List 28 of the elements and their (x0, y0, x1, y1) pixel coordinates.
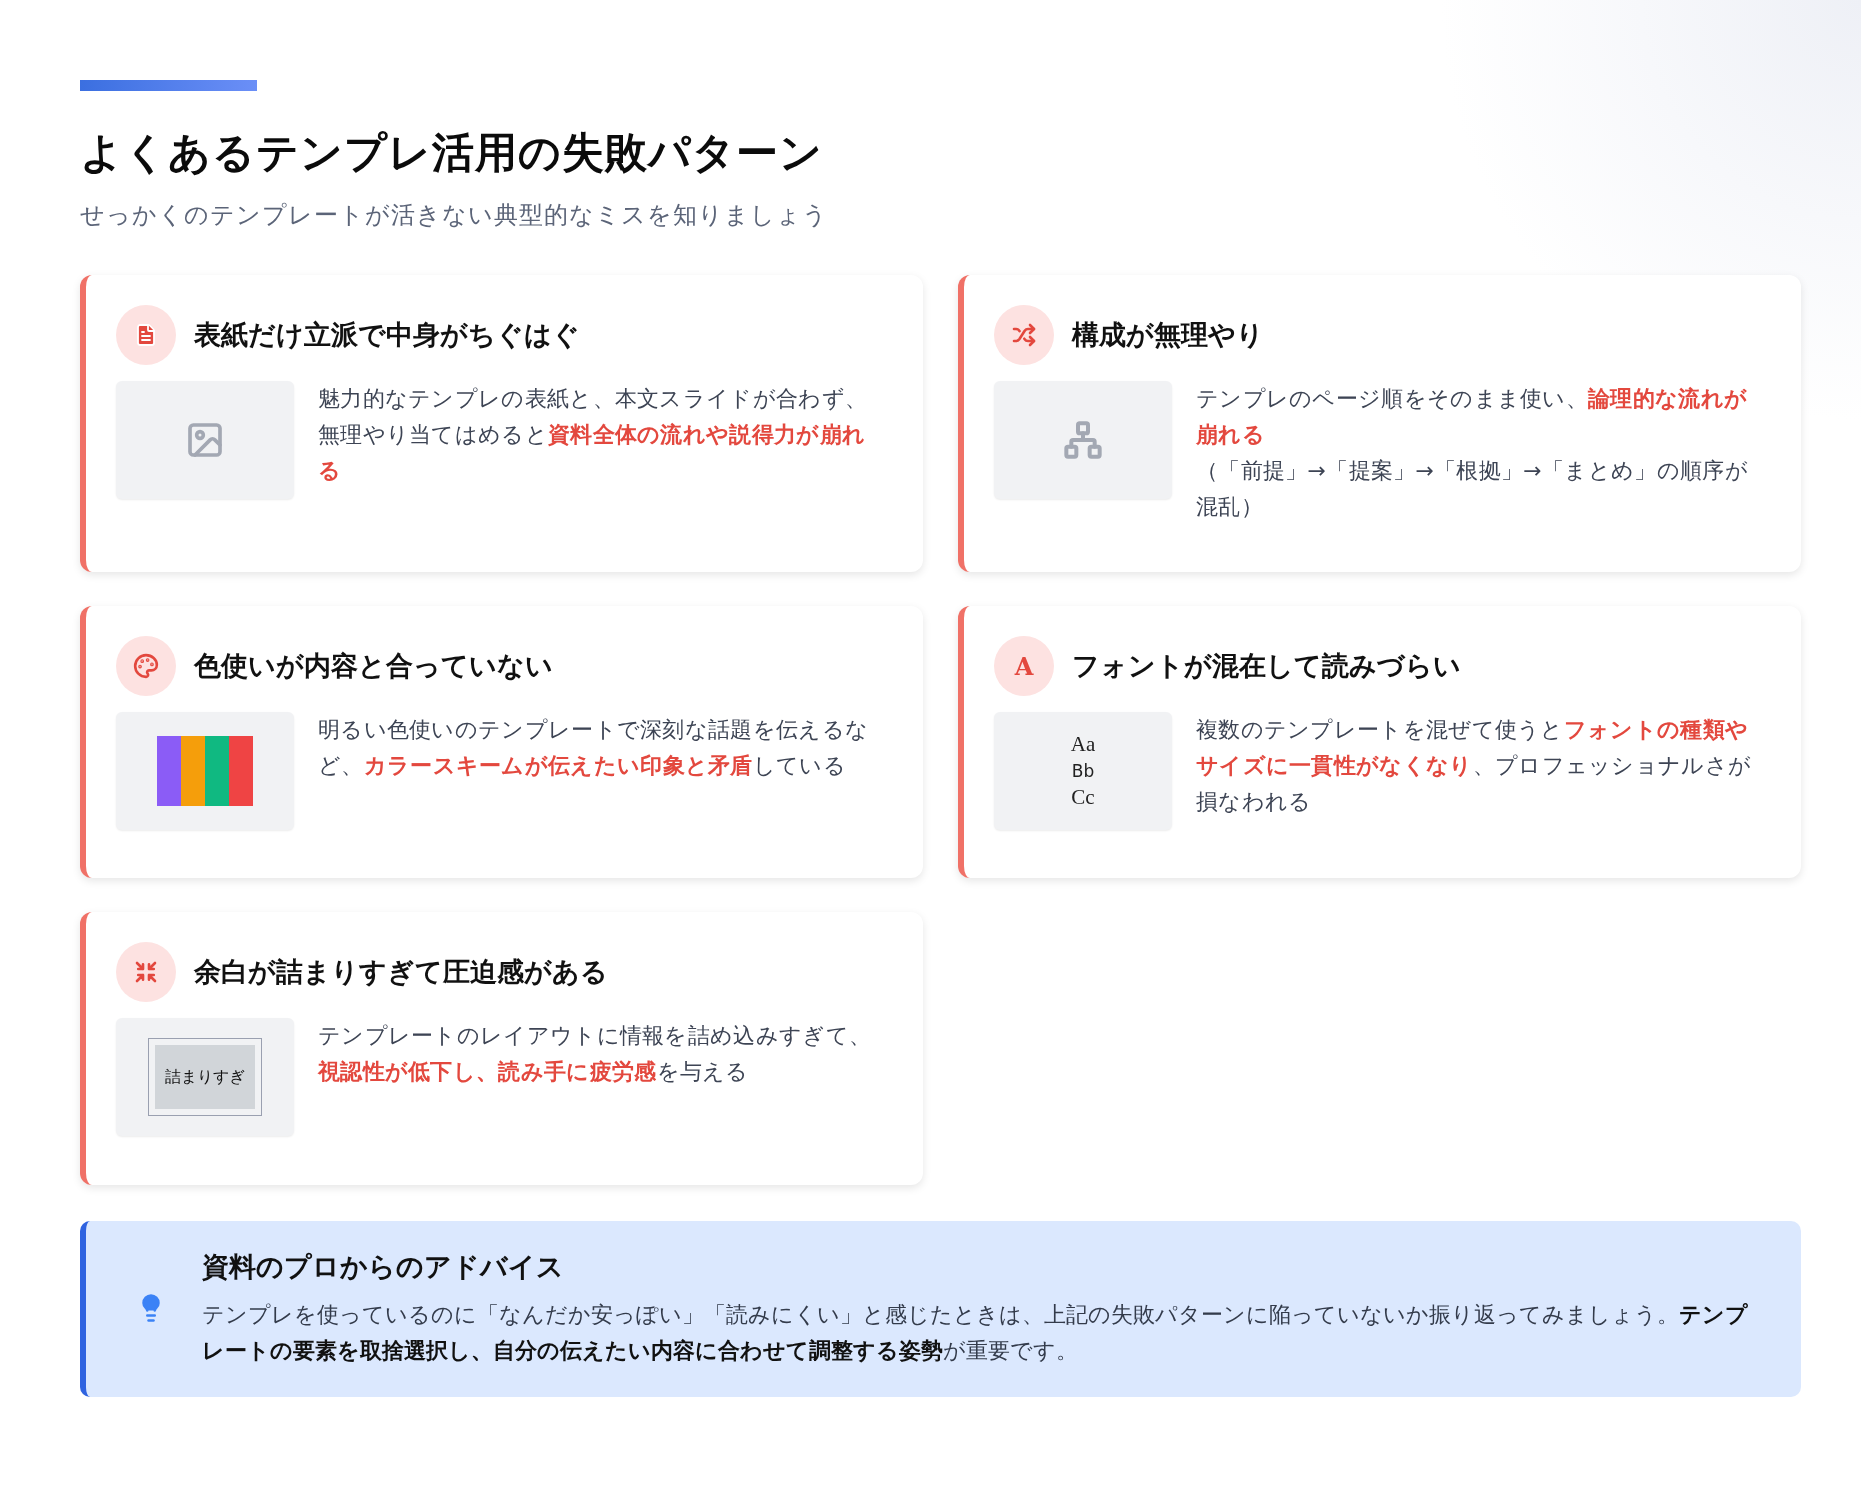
card-description: テンプレートのレイアウトに情報を詰め込みすぎて、視認性が低下し、読み手に疲労感を与える (318, 1022, 873, 1086)
card-title: 色使いが内容と合っていない (194, 649, 553, 683)
letter-icon: A (1014, 651, 1034, 681)
document-icon (134, 323, 158, 347)
card-description: 魅力的なテンプレの表紙と、本文スライドが合わず、無理やり当てはめると資料全体の流れや説得力が崩れる (318, 385, 869, 485)
color-swatch (205, 736, 229, 806)
advice-title: 資料のプロからのアドバイス (202, 1250, 565, 1284)
font-sample: Aa (1070, 732, 1096, 757)
card-description: 複数のテンプレートを混ぜて使うとフォントの種類やサイズに一貫性がなくなり、プロフェッショナルさが損なわれる (1196, 716, 1753, 816)
card-title: 構成が無理やり (1072, 318, 1264, 352)
page-title: よくあるテンプレ活用の失敗パターン (80, 127, 824, 179)
palette-icon (133, 653, 159, 679)
font-sample: Cc (1071, 785, 1095, 810)
page-subtitle: せっかくのテンプレートが活きない典型的なミスを知りましょう (80, 200, 829, 231)
advice-text: テンプレを使っているのに「なんだか安っぽい」「読みにくい」と感じたときは、上記の失敗パターンに陥っていないか振り返ってみましょう。テンプレートの要素を取捨選択し、自分の伝えたい内容に合わせて調整する姿勢が重要です。 (202, 1301, 1749, 1365)
card-description: テンプレのページ順をそのまま使い、論理的な流れが崩れる (1196, 385, 1749, 449)
card-description: 明るい色使いのテンプレートで深刻な話題を伝えるなど、カラースキームが伝えたい印象と矛盾している (318, 716, 870, 780)
card-title: フォントが混在して読みづらい (1072, 649, 1461, 683)
card-description: （「前提」→「提案」→「根拠」→「まとめ」の順序が混乱） (1196, 457, 1749, 521)
color-swatch (229, 736, 253, 806)
card-title: 余白が詰まりすぎて圧迫感がある (194, 955, 608, 989)
crowded-text: 詰まりすぎ (155, 1045, 255, 1109)
font-sample: Bb (1071, 761, 1095, 781)
compress-arrows-icon (134, 960, 158, 984)
shuffle-icon (1012, 323, 1036, 347)
card-title: 表紙だけ立派で中身がちぐはぐ (194, 318, 580, 352)
color-swatch (181, 736, 205, 806)
color-swatch (157, 736, 181, 806)
